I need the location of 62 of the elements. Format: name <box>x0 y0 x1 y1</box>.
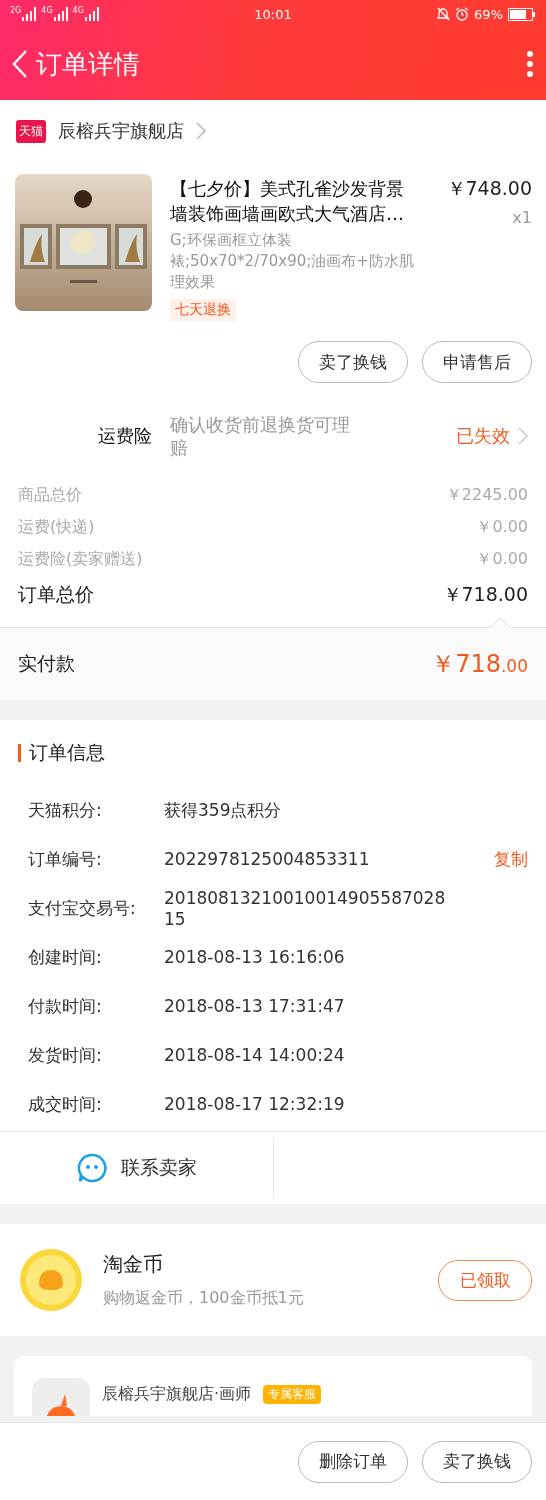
service-badge: 专属客服 <box>263 1385 322 1404</box>
product-price: ￥748.00 <box>446 176 532 201</box>
chevron-icon <box>518 427 528 445</box>
paid-label: 实付款 <box>18 651 75 676</box>
clock-time: 10:01 <box>254 6 292 22</box>
contact-seller-link[interactable]: 联系卖家 <box>120 1155 197 1181</box>
info-value: 2018-08-14 14:00:24 <box>164 1045 346 1066</box>
coin-icon <box>19 1248 83 1312</box>
info-label: 支付宝交易号: <box>28 897 137 920</box>
price-value: ￥2245.00 <box>445 484 528 506</box>
info-value: 2018-08-13 17:31:47 <box>164 996 346 1017</box>
info-value: 2018-08-17 12:32:19 <box>164 1094 346 1115</box>
product-quantity: x1 <box>512 208 532 227</box>
info-label: 订单编号: <box>28 848 103 871</box>
info-value: 获得359点积分 <box>164 800 283 821</box>
tmall-badge: 天猫 <box>16 119 46 143</box>
insurance-description: 确认收货前退换货可理赔 <box>170 413 350 459</box>
info-label: 创建时间: <box>28 946 103 969</box>
signal-icon <box>84 7 99 21</box>
product-sku: G;环保画框立体装裱;50x70*2/70x90;油画布+防水肌理效果 <box>170 230 414 293</box>
chevron-icon <box>196 122 206 140</box>
chat-face-icon <box>76 1153 107 1183</box>
bell-muted-icon <box>436 7 451 21</box>
price-label: 运费险(卖家赠送) <box>18 548 143 570</box>
info-label: 付款时间: <box>28 995 103 1018</box>
info-label: 成交时间: <box>28 1093 103 1116</box>
network-label: 4G <box>41 7 53 15</box>
page-title: 订单详情 <box>36 47 141 81</box>
return-policy-tag: 七天退换 <box>170 299 236 321</box>
price-value: ￥0.00 <box>476 548 528 570</box>
price-label: 订单总价 <box>18 582 94 607</box>
order-action-button[interactable]: 删除订单 <box>298 1440 408 1483</box>
signal-icon <box>22 7 37 21</box>
back-icon[interactable] <box>12 49 28 79</box>
info-value: 2018-08-13 16:16:06 <box>164 947 346 968</box>
signal-icon <box>53 7 68 21</box>
network-label: 2G <box>10 7 22 15</box>
item-action-button[interactable]: 申请售后 <box>422 341 532 383</box>
order-action-button[interactable]: 卖了换钱 <box>422 1440 532 1483</box>
paid-amount: ￥718.00 <box>431 649 528 680</box>
coin-subtitle: 购物返金币，100金币抵1元 <box>103 1288 305 1309</box>
store-name[interactable]: 辰榕兵宇旗舰店 <box>58 119 184 143</box>
info-label: 天猫积分: <box>28 799 103 822</box>
more-icon[interactable] <box>526 51 534 77</box>
network-label: 4G <box>72 7 84 15</box>
price-value: ￥0.00 <box>476 516 528 538</box>
item-action-button[interactable]: 卖了换钱 <box>298 341 408 383</box>
info-value: 2022978125004853311 <box>164 849 371 870</box>
shop-name[interactable]: 辰榕兵宇旗舰店·画师 <box>102 1384 252 1405</box>
info-label: 发货时间: <box>28 1044 103 1067</box>
battery-icon <box>508 7 536 21</box>
product-title[interactable]: 【七夕价】美式孔雀沙发背景墙装饰画墙画欧式大气酒店… <box>170 176 414 226</box>
coin-title: 淘金币 <box>103 1251 164 1278</box>
price-value: ￥718.00 <box>442 582 528 607</box>
copy-link[interactable]: 复制 <box>494 848 528 871</box>
alarm-icon <box>455 7 470 21</box>
insurance-label: 运费险 <box>97 424 152 448</box>
price-label: 商品总价 <box>18 484 82 506</box>
info-value: 2018081321001001490558702815 <box>164 887 447 930</box>
price-label: 运费(快递) <box>18 516 95 538</box>
section-title: 订单信息 <box>29 740 105 765</box>
battery-percent: 69% <box>474 6 503 22</box>
